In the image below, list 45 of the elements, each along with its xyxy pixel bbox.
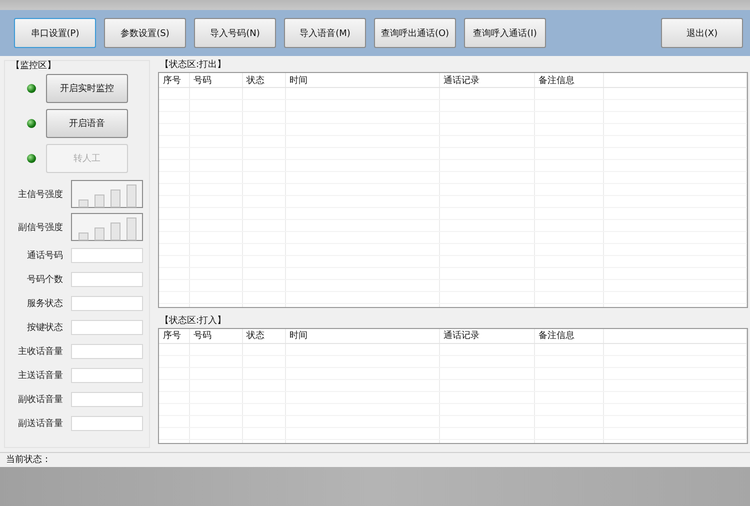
panel-title: 【状态区:打出】	[159, 60, 228, 70]
input-field[interactable]	[71, 344, 143, 359]
input-field[interactable]	[71, 296, 143, 311]
status-text: 当前状态：	[5, 455, 51, 465]
panel-title: 【监控区】	[10, 61, 57, 71]
field-label: 通话号码	[26, 250, 64, 262]
field-label: 副送话音量	[17, 418, 64, 430]
column-header[interactable]: 状态	[242, 328, 285, 344]
toolbar-button[interactable]: 导入号码(N)	[194, 18, 276, 48]
input-field[interactable]	[71, 416, 143, 431]
signal-strength-icon	[71, 213, 143, 241]
toolbar-button[interactable]: 查询呼入通话(I)	[464, 18, 546, 48]
column-header[interactable]: 时间	[285, 328, 439, 344]
column-header[interactable]: 备注信息	[534, 328, 603, 344]
input-field[interactable]	[71, 320, 143, 335]
field-label: 副收话音量	[17, 394, 64, 406]
control-button[interactable]: 开启语音	[46, 109, 128, 138]
column-header[interactable]: 号码	[189, 73, 242, 88]
column-header[interactable]: 时间	[285, 73, 439, 88]
signal-strength-icon	[71, 180, 143, 208]
column-header[interactable]: 号码	[189, 328, 242, 344]
field-label: 主信号强度	[17, 188, 64, 200]
field-label: 主收话音量	[17, 346, 64, 358]
column-header[interactable]: 备注信息	[534, 73, 603, 88]
input-field[interactable]	[71, 392, 143, 407]
toolbar-button[interactable]: 参数设置(S)	[104, 18, 186, 48]
input-field[interactable]	[71, 368, 143, 383]
field-label: 按键状态	[26, 322, 64, 334]
input-field[interactable]	[71, 248, 143, 263]
field-label: 号码个数	[26, 274, 64, 286]
toolbar-button[interactable]: 查询呼出通话(O)	[374, 18, 456, 48]
column-header[interactable]: 序号	[159, 73, 189, 88]
toolbar-button[interactable]: 串口设置(P)	[14, 18, 96, 48]
field-label: 服务状态	[26, 298, 64, 310]
toolbar-button[interactable]: 退出(X)	[661, 18, 743, 48]
input-field[interactable]	[71, 272, 143, 287]
field-label: 主送话音量	[17, 370, 64, 382]
control-button[interactable]: 开启实时监控	[46, 74, 128, 103]
field-label: 副信号强度	[17, 222, 64, 234]
panel-title: 【状态区:打入】	[159, 316, 228, 326]
column-header[interactable]: 序号	[159, 328, 189, 344]
toolbar-button[interactable]: 导入语音(M)	[284, 18, 366, 48]
column-header[interactable]: 通话记录	[439, 73, 534, 88]
column-header[interactable]: 状态	[242, 73, 285, 88]
column-header[interactable]: 通话记录	[439, 328, 534, 344]
